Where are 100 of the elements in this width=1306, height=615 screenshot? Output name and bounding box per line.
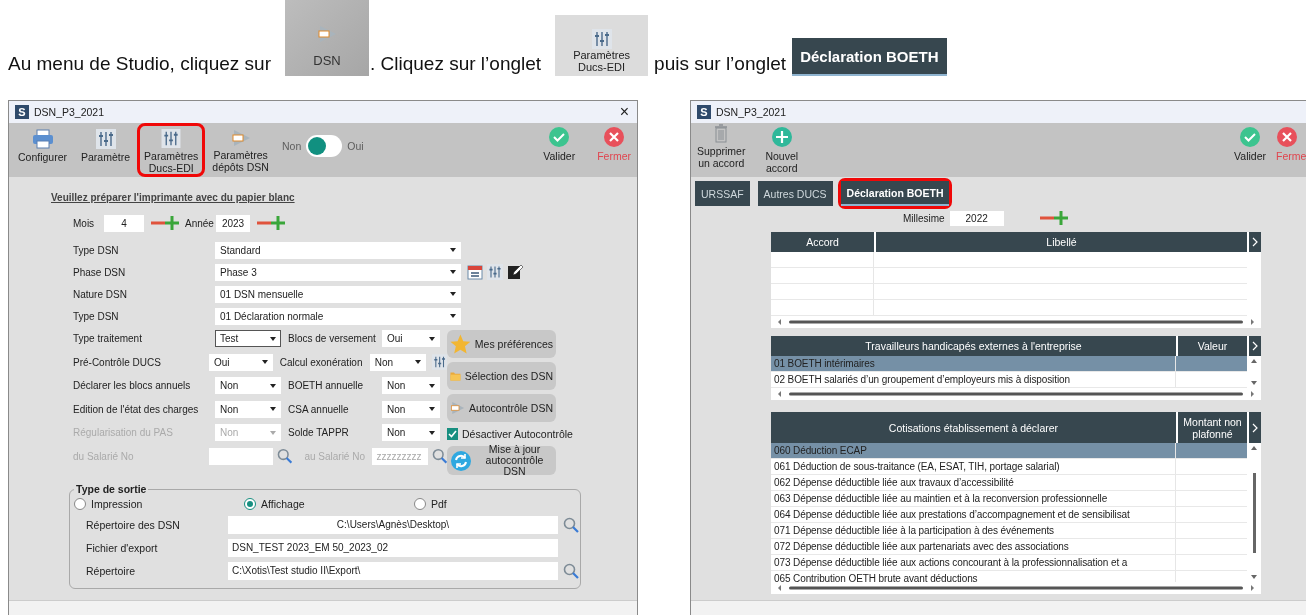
sliders-icon[interactable] bbox=[431, 354, 447, 371]
play-logo-icon bbox=[230, 129, 251, 147]
radio-button[interactable] bbox=[244, 498, 256, 510]
trash-icon bbox=[713, 123, 730, 143]
play-logo-icon bbox=[450, 399, 465, 417]
side-button[interactable]: Mise à jour autocontrôle DSN bbox=[447, 446, 556, 475]
dropdown[interactable]: Non bbox=[215, 400, 281, 418]
tab[interactable]: Déclaration BOETH bbox=[840, 181, 950, 206]
plus-icon bbox=[770, 126, 793, 148]
close-button[interactable]: × bbox=[619, 103, 631, 121]
table-cell: 01 BOETH intérimaires bbox=[771, 356, 1176, 371]
instruction-text: Au menu de Studio, cliquez sur bbox=[8, 53, 271, 76]
scroll-down-icon[interactable] bbox=[1251, 381, 1257, 385]
toggle-switch[interactable] bbox=[306, 135, 343, 157]
table-row[interactable]: 064 Dépense déductible liée aux prestations d’accompagnement et de sensibilisat bbox=[771, 507, 1247, 523]
column-header[interactable]: Libellé bbox=[876, 232, 1247, 252]
dsn-button-image: DSN bbox=[285, 0, 369, 76]
app-icon: S bbox=[697, 105, 711, 119]
side-button[interactable]: Sélection des DSN bbox=[447, 362, 556, 390]
column-header[interactable]: Travailleurs handicapés externes à l'entreprise bbox=[771, 336, 1176, 356]
app-icon: S bbox=[15, 105, 29, 119]
chevron-right-icon[interactable] bbox=[1251, 341, 1259, 351]
toolbar-button[interactable]: Paramètres dépôts DSN bbox=[208, 126, 273, 174]
side-button[interactable]: Autocontrôle DSN bbox=[447, 394, 556, 422]
parameters-button-image: Paramètres Ducs-EDI bbox=[555, 15, 649, 76]
dropdown[interactable]: Non bbox=[382, 400, 440, 418]
table-cell: 072 Dépense déductible liée aux partenariats avec des associations bbox=[771, 539, 1176, 554]
dropdown[interactable]: Phase 3 bbox=[215, 263, 461, 281]
sliders-icon bbox=[95, 129, 116, 149]
table-cell: 062 Dépense déductible liée aux travaux d’accessibilité bbox=[771, 475, 1176, 490]
tab[interactable]: Autres DUCS bbox=[757, 181, 833, 206]
table-row[interactable]: 02 BOETH salariés d’un groupement d’employeurs mis à disposition bbox=[771, 372, 1247, 388]
field-label: Calcul exonération bbox=[279, 356, 364, 368]
radio-button[interactable] bbox=[414, 498, 426, 510]
close-icon bbox=[603, 126, 626, 148]
column-header[interactable]: Cotisations établissement à déclarer bbox=[771, 412, 1176, 443]
instruction-text: . Cliquez sur l’onglet bbox=[370, 53, 542, 76]
caret-icon bbox=[270, 407, 276, 412]
dropdown[interactable]: 01 DSN mensuelle bbox=[215, 285, 461, 303]
search-icon[interactable] bbox=[563, 562, 579, 579]
toolbar-button[interactable]: Supprimer un accord bbox=[693, 123, 750, 177]
column-header[interactable]: Montant non plafonné bbox=[1178, 412, 1247, 443]
table-row[interactable]: 01 BOETH intérimaires bbox=[771, 356, 1247, 372]
toolbar-button[interactable]: Nouvel accord bbox=[761, 123, 803, 177]
dropdown[interactable]: 01 Déclaration normale bbox=[215, 307, 461, 325]
column-header[interactable]: Accord bbox=[771, 232, 874, 252]
plus-icon[interactable] bbox=[271, 216, 285, 230]
chevron-right-icon[interactable] bbox=[1251, 422, 1259, 433]
dropdown[interactable]: Non bbox=[382, 377, 440, 395]
table-row[interactable]: 062 Dépense déductible liée aux travaux d’accessibilité bbox=[771, 475, 1247, 491]
table-row[interactable]: 063 Dépense déductible liée au maintien et à la reconversion professionnelle bbox=[771, 491, 1247, 507]
input-field[interactable]: C:\Xotis\Test studio II\Export\ bbox=[228, 561, 558, 580]
plus-icon[interactable] bbox=[165, 216, 179, 230]
field-label: CSA annuelle bbox=[288, 403, 350, 415]
validate-button[interactable]: Valider bbox=[1230, 123, 1270, 177]
chevron-right-icon[interactable] bbox=[1251, 237, 1259, 247]
year-field[interactable]: 2023 bbox=[216, 214, 250, 232]
tab[interactable]: URSSAF bbox=[695, 181, 750, 206]
input-field[interactable]: DSN_TEST 2023_EM 50_2023_02 bbox=[228, 538, 558, 557]
scroll-up-icon[interactable] bbox=[1251, 359, 1257, 363]
table-row[interactable]: 071 Dépense déductible liée à la participation à des événements bbox=[771, 523, 1247, 539]
year-field[interactable]: 2022 bbox=[949, 210, 1004, 226]
field-label: Répertoire des DSN bbox=[86, 518, 181, 531]
plus-icon[interactable] bbox=[1053, 211, 1068, 225]
scroll-down-icon[interactable] bbox=[1251, 575, 1257, 579]
edit-icon[interactable] bbox=[507, 264, 523, 280]
field-label: Edition de l'état des charges bbox=[73, 403, 200, 415]
dropdown[interactable]: Non bbox=[369, 353, 426, 371]
column-header[interactable]: Valeur bbox=[1178, 336, 1247, 356]
check-icon bbox=[1239, 126, 1262, 148]
caret-icon bbox=[414, 360, 421, 365]
month-field[interactable]: 4 bbox=[104, 214, 144, 232]
side-button[interactable]: Mes préférences bbox=[447, 330, 556, 358]
radio-button[interactable] bbox=[74, 498, 86, 510]
calendar-icon[interactable] bbox=[467, 264, 483, 280]
dropdown[interactable]: Non bbox=[215, 377, 281, 395]
dropdown[interactable]: Oui bbox=[382, 330, 440, 348]
checkbox-label: Désactiver Autocontrôle bbox=[462, 428, 573, 440]
dropdown[interactable]: Oui bbox=[209, 353, 273, 371]
sliders-icon bbox=[161, 129, 182, 148]
table-row[interactable]: 060 Déduction ECAP bbox=[771, 443, 1247, 459]
table-row[interactable]: 072 Dépense déductible liée aux partenariats avec des associations bbox=[771, 539, 1247, 555]
field-label: Répertoire bbox=[86, 564, 137, 577]
dropdown[interactable]: Standard bbox=[215, 241, 461, 259]
validate-button[interactable]: Valider bbox=[539, 123, 580, 177]
dropdown[interactable]: Test bbox=[215, 330, 281, 348]
search-icon[interactable] bbox=[563, 516, 579, 533]
toolbar-button[interactable]: Paramètre bbox=[77, 126, 135, 174]
table-row[interactable]: 061 Déduction de sous-traitance (EA, ESAT, TIH, portage salarial) bbox=[771, 459, 1247, 475]
scrollbar-thumb[interactable] bbox=[1252, 472, 1256, 553]
sliders-icon[interactable] bbox=[487, 264, 503, 280]
toolbar-button[interactable]: Configurer bbox=[14, 126, 72, 174]
scroll-up-icon[interactable] bbox=[1251, 446, 1257, 450]
radio-label: Pdf bbox=[431, 498, 447, 510]
close-icon bbox=[1276, 126, 1298, 148]
table-row[interactable]: 073 Dépense déductible liée aux actions concourant à la professionnalisation et a bbox=[771, 555, 1247, 571]
field-label: Millesime bbox=[903, 212, 945, 224]
checkbox[interactable] bbox=[447, 428, 458, 440]
toolbar-button[interactable]: Paramètres Ducs-EDI bbox=[140, 126, 203, 174]
input-field[interactable]: C:\Users\Agnès\Desktop\ bbox=[228, 515, 558, 534]
